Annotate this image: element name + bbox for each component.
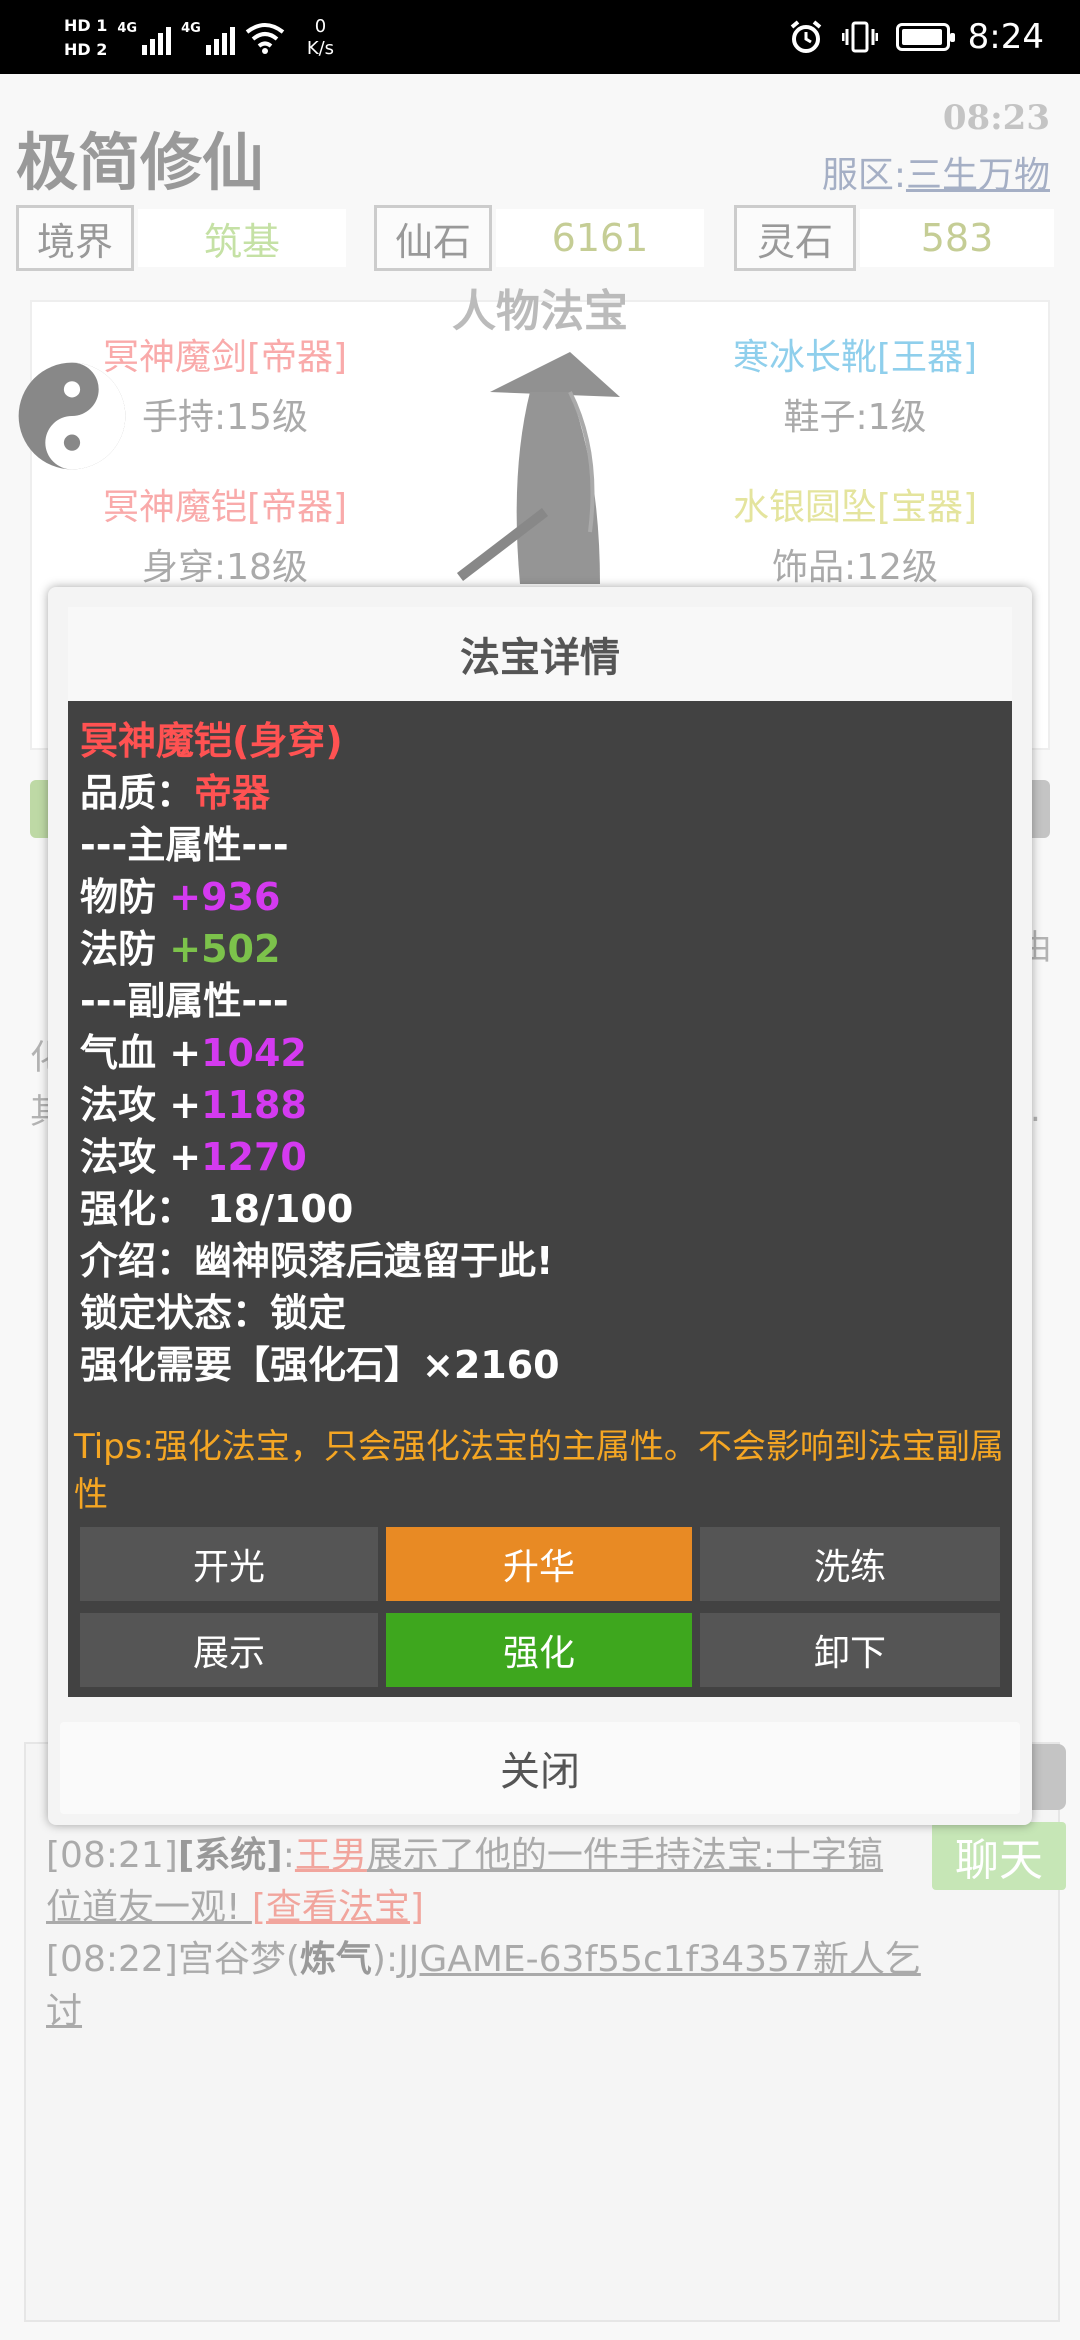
shenghua-button[interactable]: 升华 <box>386 1527 692 1601</box>
main-attr-1: 物防 +936 <box>80 871 560 923</box>
enhance-button[interactable]: 强化 <box>386 1613 692 1687</box>
signal-icon: 4G <box>117 21 172 55</box>
sub-attr-1: 气血 +1042 <box>80 1027 560 1079</box>
enhance-level: 强化： 18/100 <box>80 1187 354 1231</box>
hd1-label: HD 1 <box>64 16 108 35</box>
attr-value: +502 <box>169 927 281 971</box>
battery-icon <box>895 23 955 51</box>
hd-indicators: HD 1 HD 2 <box>64 16 107 60</box>
status-time: 8:24 <box>967 17 1044 57</box>
xilian-button[interactable]: 洗练 <box>700 1527 1000 1601</box>
lock-status: 锁定状态：锁定 <box>80 1291 347 1335</box>
quality-value: 帝器 <box>194 771 271 815</box>
item-detail-modal: 法宝详情 冥神魔铠(身穿) 品质：帝器 ---主属性--- 物防 +936 法防… <box>48 587 1032 1825</box>
sub-attr-2: 法攻 +1188 <box>80 1079 560 1131</box>
status-bar: HD 1 HD 2 4G 4G 0 K/s 8:24 <box>0 0 1080 74</box>
attr-value: 1042 <box>201 1031 307 1075</box>
main-attr-header: ---主属性--- <box>80 823 289 867</box>
status-bar-left: HD 1 HD 2 4G 4G 0 K/s <box>64 8 334 68</box>
signal-icon-2: 4G <box>181 21 235 55</box>
kaiguang-button[interactable]: 开光 <box>80 1527 378 1601</box>
close-button[interactable]: 关闭 <box>60 1722 1020 1814</box>
status-bar-right: 8:24 <box>788 0 1044 74</box>
sub-attr-header: ---副属性--- <box>80 979 289 1023</box>
item-name: 冥神魔铠(身穿) <box>80 719 343 763</box>
show-button[interactable]: 展示 <box>80 1613 378 1687</box>
main-attr-2: 法防 +502 <box>80 923 560 975</box>
quality-label: 品质： <box>80 771 195 815</box>
attr-value: 1270 <box>201 1135 307 1179</box>
attr-label: 法攻 + <box>80 1083 202 1127</box>
net-speed: 0 K/s <box>307 16 334 60</box>
item-intro: 介绍：幽神陨落后遗留于此! <box>80 1239 554 1283</box>
wifi-icon <box>245 23 285 54</box>
sub-attr-3: 法攻 +1270 <box>80 1131 560 1183</box>
attr-label: 物防 <box>80 875 170 919</box>
attr-value: 1188 <box>201 1083 307 1127</box>
modal-body: 冥神魔铠(身穿) 品质：帝器 ---主属性--- 物防 +936 法防 +502… <box>68 701 1012 1697</box>
unequip-button[interactable]: 卸下 <box>700 1613 1000 1687</box>
net-type-2: 4G <box>181 21 201 36</box>
enhance-requirement: 强化需要【强化石】×2160 <box>80 1343 560 1387</box>
attr-label: 法防 <box>80 927 170 971</box>
action-buttons: 开光 升华 洗练 展示 强化 卸下 <box>80 1527 1000 1687</box>
item-quality: 品质：帝器 <box>80 767 560 819</box>
attr-label: 法攻 + <box>80 1135 202 1179</box>
hd2-label: HD 2 <box>64 40 108 59</box>
tips-text: Tips:强化法宝，只会强化法宝的主属性。不会影响到法宝副属性 <box>74 1427 1004 1515</box>
attr-value: +936 <box>169 875 281 919</box>
net-speed-value: 0 <box>314 16 327 37</box>
net-speed-unit: K/s <box>306 38 335 59</box>
attr-label: 气血 + <box>80 1031 202 1075</box>
item-details: 冥神魔铠(身穿) 品质：帝器 ---主属性--- 物防 +936 法防 +502… <box>80 715 560 1391</box>
net-type-1: 4G <box>117 21 138 36</box>
modal-title: 法宝详情 <box>68 607 1012 701</box>
alarm-icon <box>790 20 821 53</box>
vibrate-icon <box>841 21 878 53</box>
